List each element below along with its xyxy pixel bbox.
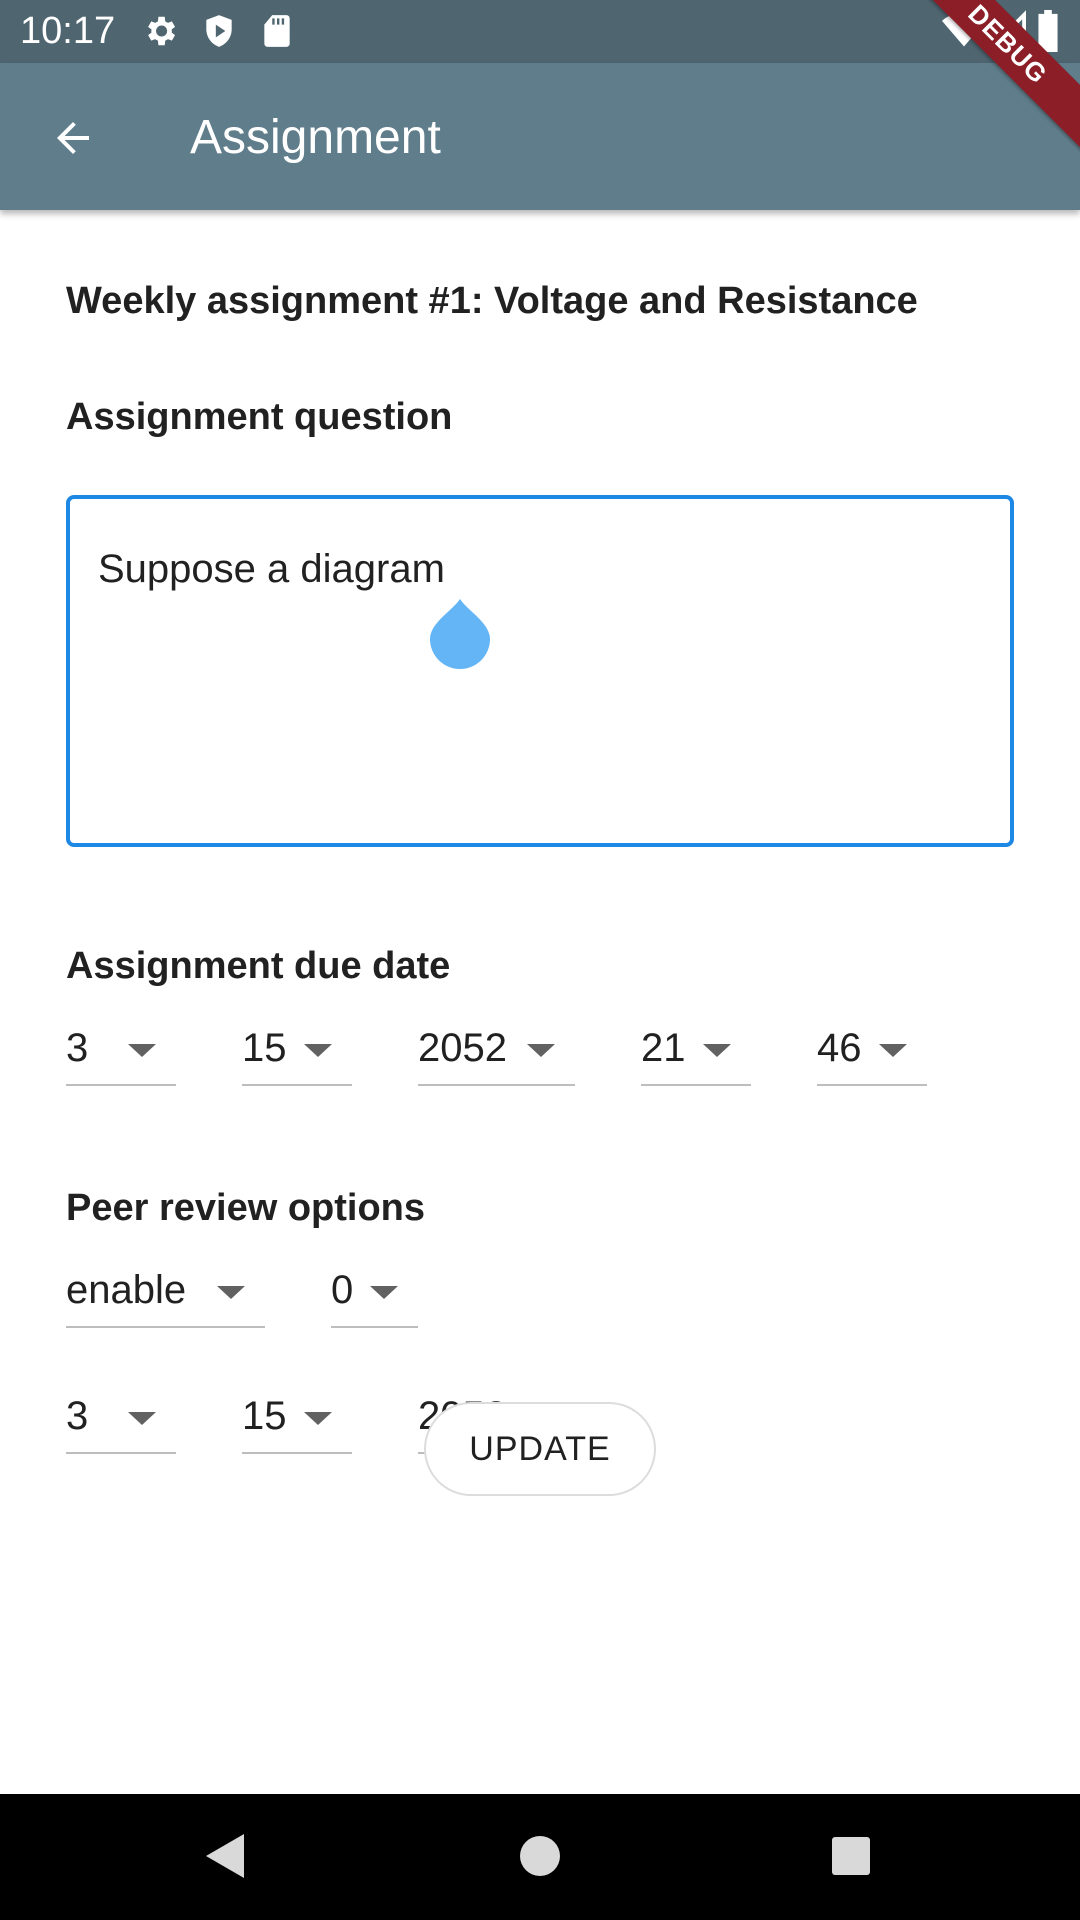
dropdown-value: 15 bbox=[242, 1394, 287, 1438]
recents-square-icon[interactable] bbox=[821, 1826, 881, 1886]
due-month-dropdown[interactable]: 3 bbox=[66, 1016, 176, 1086]
due-day-dropdown[interactable]: 15 bbox=[242, 1016, 352, 1086]
dropdown-value: enable bbox=[66, 1268, 187, 1312]
dropdown-value: 3 bbox=[66, 1394, 89, 1438]
question-label: Assignment question bbox=[66, 396, 453, 438]
system-nav-bar bbox=[0, 1794, 1080, 1920]
peer-review-label: Peer review options bbox=[66, 1187, 426, 1229]
page-title: Assignment bbox=[190, 111, 441, 164]
caret-down-icon bbox=[304, 1412, 332, 1425]
peer-day-dropdown[interactable]: 15 bbox=[242, 1384, 352, 1454]
dropdown-value: 46 bbox=[817, 1026, 862, 1070]
question-text: Suppose a diagram bbox=[98, 547, 445, 591]
due-year-dropdown[interactable]: 2052 bbox=[418, 1016, 575, 1086]
question-input[interactable]: Suppose a diagram bbox=[66, 495, 1014, 847]
screen: 10:17 Assignment DEBUG Weekly assignment… bbox=[0, 0, 1080, 1920]
text-cursor-handle-icon[interactable] bbox=[430, 599, 490, 669]
due-minute-dropdown[interactable]: 46 bbox=[817, 1016, 927, 1086]
home-circle-icon[interactable] bbox=[510, 1826, 570, 1886]
caret-down-icon bbox=[879, 1044, 907, 1057]
status-bar: 10:17 bbox=[0, 0, 1080, 63]
back-triangle-icon[interactable] bbox=[196, 1826, 256, 1886]
dropdown-value: 3 bbox=[66, 1026, 89, 1070]
assignment-title: Weekly assignment #1: Voltage and Resist… bbox=[66, 280, 918, 322]
caret-down-icon bbox=[527, 1044, 555, 1057]
dropdown-value: 21 bbox=[641, 1026, 686, 1070]
arrow-back-icon bbox=[49, 114, 97, 166]
caret-down-icon bbox=[128, 1044, 156, 1057]
back-button[interactable] bbox=[38, 105, 108, 175]
caret-down-icon bbox=[304, 1044, 332, 1057]
peer-month-dropdown[interactable]: 3 bbox=[66, 1384, 176, 1454]
due-date-label: Assignment due date bbox=[66, 945, 451, 987]
sd-card-icon bbox=[258, 12, 296, 50]
caret-down-icon bbox=[128, 1412, 156, 1425]
due-hour-dropdown[interactable]: 21 bbox=[641, 1016, 751, 1086]
settings-icon bbox=[141, 12, 179, 50]
dropdown-value: 0 bbox=[331, 1268, 354, 1312]
status-time: 10:17 bbox=[20, 10, 116, 52]
peer-review-mode-dropdown[interactable]: enable bbox=[66, 1258, 265, 1328]
caret-down-icon bbox=[217, 1286, 245, 1299]
shield-icon bbox=[200, 12, 238, 50]
caret-down-icon bbox=[370, 1286, 398, 1299]
dropdown-value: 15 bbox=[242, 1026, 287, 1070]
peer-review-count-dropdown[interactable]: 0 bbox=[331, 1258, 418, 1328]
dropdown-value: 2052 bbox=[418, 1026, 507, 1070]
caret-down-icon bbox=[703, 1044, 731, 1057]
update-button[interactable]: UPDATE bbox=[424, 1402, 656, 1496]
app-bar: Assignment bbox=[0, 63, 1080, 210]
